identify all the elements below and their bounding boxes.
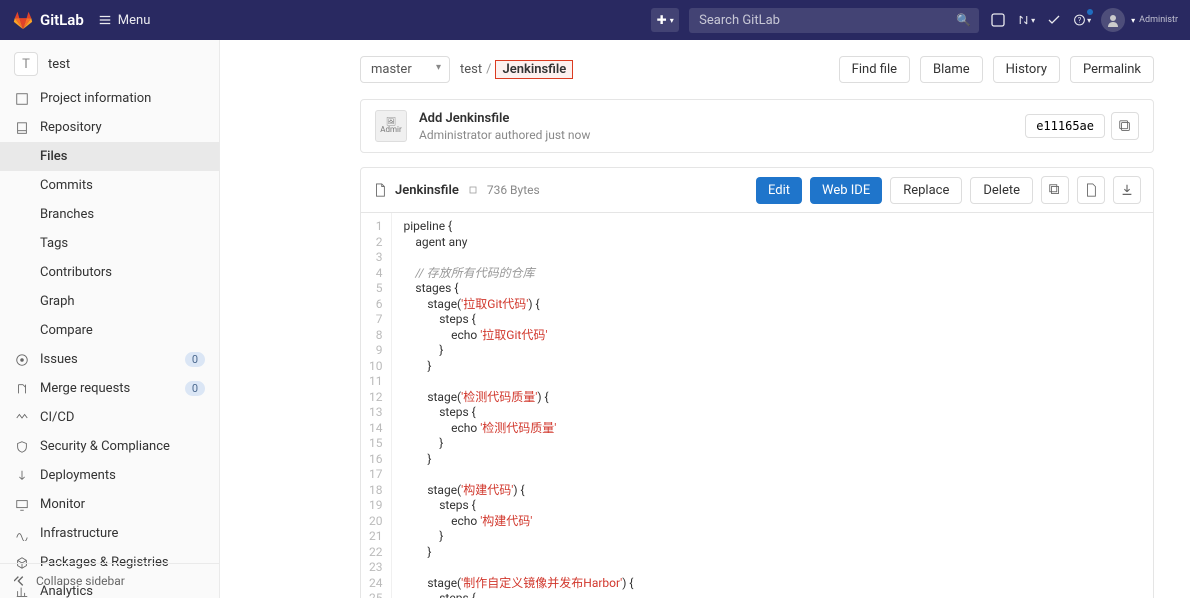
menu-toggle[interactable]: Menu [98,13,151,28]
code-viewer: 1234567891011121314151617181920212223242… [361,213,1153,598]
permalink-button[interactable]: Permalink [1070,56,1154,83]
sidebar-item-label: Repository [40,120,102,135]
repository-icon [14,121,30,135]
search-input[interactable] [689,8,979,33]
infrastructure-icon [14,527,30,541]
delete-button[interactable]: Delete [970,177,1033,204]
hamburger-icon [98,13,112,27]
project-header[interactable]: T test [0,44,219,84]
issues-icon [14,353,30,367]
sidebar-item-label: Security & Compliance [40,439,170,454]
edit-button[interactable]: Edit [756,177,802,204]
help-icon[interactable]: ?▾ [1073,11,1091,29]
sidebar-item-issues[interactable]: Issues 0 [0,345,219,374]
new-dropdown[interactable]: ✚ [651,8,679,32]
sidebar-item-project-information[interactable]: Project information [0,84,219,113]
copy-filename-icon[interactable] [467,184,479,196]
main-content: master test / Jenkinsfile Find file Blam… [220,40,1190,598]
breadcrumb: test / Jenkinsfile [460,60,573,79]
sidebar-item-label: Commits [40,178,93,193]
file-viewer: Jenkinsfile 736 Bytes Edit Web IDE Repla… [360,167,1154,598]
user-label: Administr [1139,15,1178,25]
sidebar-item-infrastructure[interactable]: Infrastructure [0,519,219,548]
ci-cd-icon [14,411,30,425]
file-size: 736 Bytes [487,183,540,197]
sidebar-item-label: Graph [40,294,75,309]
sidebar-item-label: CI/CD [40,410,74,425]
commit-avatar: 🖼Admir [375,110,407,142]
user-avatar[interactable] [1101,8,1125,32]
file-icon [373,183,387,197]
project-name: test [48,57,70,72]
gitlab-logo[interactable]: GitLab [12,9,84,31]
todos-icon[interactable] [1045,11,1063,29]
sidebar-item-contributors[interactable]: Contributors [0,258,219,287]
breadcrumb-file: Jenkinsfile [495,60,573,79]
commit-meta: Administrator authored just now [419,128,590,142]
raw-icon[interactable] [1077,176,1105,204]
copy-contents-icon[interactable] [1041,176,1069,204]
collapse-sidebar[interactable]: Collapse sidebar [0,563,219,598]
sidebar-item-label: Branches [40,207,94,222]
sidebar-item-label: Tags [40,236,68,251]
sidebar-item-commits[interactable]: Commits [0,171,219,200]
count-badge: 0 [185,381,205,396]
commit-box: 🖼Admir Add Jenkinsfile Administrator aut… [360,99,1154,153]
sidebar-item-label: Infrastructure [40,526,118,541]
breadcrumb-project[interactable]: test [460,62,482,77]
project-avatar: T [14,52,38,76]
count-badge: 0 [185,352,205,367]
sidebar-item-merge-requests[interactable]: Merge requests 0 [0,374,219,403]
sidebar-item-label: Project information [40,91,151,106]
search-icon: 🔍 [956,13,971,27]
gitlab-icon [12,9,34,31]
web-ide-button[interactable]: Web IDE [810,177,882,204]
sidebar-item-graph[interactable]: Graph [0,287,219,316]
merge-requests-icon[interactable]: ▾ [1017,11,1035,29]
sidebar: T test Project information Repository File… [0,40,220,598]
sidebar-item-branches[interactable]: Branches [0,200,219,229]
merge-requests-icon [14,382,30,396]
sidebar-item-label: Compare [40,323,93,338]
replace-button[interactable]: Replace [890,177,962,204]
sidebar-item-ci-cd[interactable]: CI/CD [0,403,219,432]
monitor-icon [14,498,30,512]
commit-title[interactable]: Add Jenkinsfile [419,111,590,126]
sidebar-item-label: Deployments [40,468,116,483]
topbar: GitLab Menu ✚ 🔍 ▾ ?▾ Administr [0,0,1190,40]
sidebar-item-label: Contributors [40,265,112,280]
commit-sha[interactable]: e11165ae [1025,114,1105,138]
sidebar-item-label: Merge requests [40,381,130,396]
find-file-button[interactable]: Find file [839,56,910,83]
sidebar-item-deployments[interactable]: Deployments [0,461,219,490]
sidebar-item-label: Files [40,149,67,164]
brand-text: GitLab [40,11,84,29]
deployments-icon [14,469,30,483]
blame-button[interactable]: Blame [920,56,983,83]
history-button[interactable]: History [993,56,1060,83]
download-icon[interactable] [1113,176,1141,204]
branch-selector[interactable]: master [360,56,450,83]
sidebar-item-compare[interactable]: Compare [0,316,219,345]
security-compliance-icon [14,440,30,454]
sidebar-item-security-compliance[interactable]: Security & Compliance [0,432,219,461]
chevron-left-icon [14,574,28,588]
sidebar-item-repository[interactable]: Repository [0,113,219,142]
svg-text:?: ? [1078,15,1082,24]
copy-sha-icon[interactable] [1111,112,1139,140]
sidebar-item-tags[interactable]: Tags [0,229,219,258]
sidebar-item-label: Monitor [40,497,85,512]
file-name: Jenkinsfile [395,183,459,198]
sidebar-item-files[interactable]: Files [0,142,219,171]
sidebar-item-label: Issues [40,352,78,367]
sidebar-item-monitor[interactable]: Monitor [0,490,219,519]
project-information-icon [14,92,30,106]
issues-icon[interactable] [989,11,1007,29]
